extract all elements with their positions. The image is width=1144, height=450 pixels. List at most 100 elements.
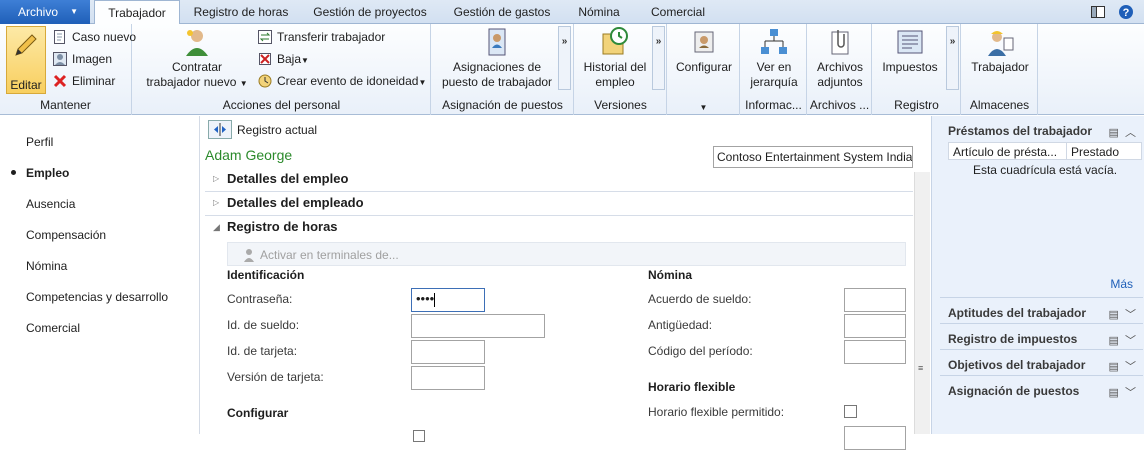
warehouse-worker-button[interactable]: Trabajador [966,26,1034,75]
nav-item-perfil[interactable]: Perfil [26,135,53,149]
chevron-down-icon[interactable]: ﹀ [1125,309,1136,321]
position-assignment-factbox-title[interactable]: Asignación de puestos [948,384,1079,398]
new-case-button[interactable]: Caso nuevo [52,27,136,47]
seniority-input[interactable] [844,314,906,338]
transfer-worker-button[interactable]: Transferir trabajador [257,27,385,47]
delete-button[interactable]: Eliminar [52,71,115,91]
expand-arrow-icon: ▷ [213,174,220,183]
tab-registro-de-horas[interactable]: Registro de horas [184,0,298,24]
factbox-menu-icon[interactable]: ▤ [1108,387,1118,399]
nav-item-ausencia[interactable]: Ausencia [26,197,75,211]
active-bullet-icon [11,170,16,175]
vertical-scrollbar[interactable]: ≡ [914,172,930,434]
group-asignacion-de-puestos: Asignaciones de puesto de trabajador » A… [432,24,574,115]
chevron-down-icon[interactable]: ﹀ [1125,387,1136,399]
scroll-grip-icon[interactable]: ≡ [918,364,927,373]
goals-factbox-title[interactable]: Objetivos del trabajador [948,358,1085,372]
flex-time-heading: Horario flexible [648,380,736,394]
chevron-down-icon[interactable]: ﹀ [1125,335,1136,347]
configure-checkbox[interactable] [413,430,425,442]
period-code-input[interactable] [844,340,906,364]
factbox-controls[interactable]: ▤ ﹀ [1108,358,1136,374]
configure-label: Configurar [675,60,733,74]
flex-extra-input[interactable] [844,426,906,450]
hire-label-2: trabajador nuevo [146,75,237,89]
assignments-label-1: Asignaciones de [452,60,542,74]
factbox-menu-icon[interactable]: ▤ [1108,127,1118,139]
configure-button[interactable]: Configurar [670,26,738,75]
help-icon[interactable]: ? [1118,4,1134,20]
employment-history-button[interactable]: Historial del empleo [577,26,653,90]
section-detalles-del-empleo[interactable]: ▷ Detalles del empleo [205,168,913,192]
section-title: Detalles del empleo [227,171,349,186]
edit-button[interactable]: Editar [6,26,46,94]
tab-nomina[interactable]: Nómina [568,0,630,24]
group-expand-icon[interactable]: ▼ [668,103,739,112]
pay-id-input[interactable] [411,314,545,338]
nav-item-empleo[interactable]: Empleo [26,166,69,180]
window-layout-icon[interactable] [1090,4,1106,20]
attachments-button[interactable]: Archivos adjuntos [810,26,870,90]
new-case-label: Caso nuevo [72,30,137,44]
card-id-input[interactable] [411,340,485,364]
pay-agreement-label: Acuerdo de sueldo: [648,292,752,306]
pay-id-label: Id. de sueldo: [227,318,300,332]
tab-gestion-de-gastos[interactable]: Gestión de gastos [444,0,560,24]
factbox-controls[interactable]: ▤ ﹀ [1108,332,1136,348]
skills-factbox-title[interactable]: Aptitudes del trabajador [948,306,1086,320]
tab-comercial[interactable]: Comercial [638,0,718,24]
more-button[interactable]: » [652,26,665,90]
loans-grid-header: Artículo de présta... Prestado [948,142,1142,160]
more-link[interactable]: Más [1110,277,1133,291]
activate-terminals-button[interactable]: Activar en terminales de... [260,248,399,262]
loaned-column[interactable]: Prestado [1071,145,1119,159]
factbox-controls[interactable]: ▤ ﹀ [1108,384,1136,400]
card-version-input[interactable] [411,366,485,390]
image-label: Imagen [72,52,113,66]
factbox-pane: Préstamos del trabajador ▤ ︿ Artículo de… [931,116,1144,434]
attachment-icon [831,30,849,55]
taxes-button[interactable]: Impuestos [875,26,945,75]
factbox-menu-icon[interactable]: ▤ [1108,335,1118,347]
hierarchy-label-1: Ver en [756,60,792,74]
factbox-controls[interactable]: ▤ ︿ [1108,124,1136,140]
nav-item-nomina[interactable]: Nómina [26,259,67,273]
hire-label-1: Contratar [171,60,223,74]
factbox-divider [940,323,1143,324]
create-suitability-event-button[interactable]: Crear evento de idoneidad▼ [257,71,426,91]
tab-gestion-de-proyectos[interactable]: Gestión de proyectos [304,0,436,24]
pay-agreement-input[interactable] [844,288,906,312]
settings-icon [694,31,714,53]
tab-trabajador[interactable]: Trabajador [94,0,180,25]
password-input[interactable]: •••• [411,288,485,312]
position-assignments-button[interactable]: Asignaciones de puesto de trabajador [436,26,558,90]
more-button[interactable]: » [946,26,959,90]
flex-allowed-label: Horario flexible permitido: [648,405,785,419]
factbox-menu-icon[interactable]: ▤ [1108,309,1118,321]
event-icon [258,74,272,88]
section-detalles-del-empleado[interactable]: ▷ Detalles del empleado [205,192,913,216]
nav-item-compensacion[interactable]: Compensación [26,228,106,242]
file-menu-tab[interactable]: Archivo ▼ [0,0,90,24]
factbox-menu-icon[interactable]: ▤ [1108,361,1118,373]
hire-worker-button[interactable]: Contratar trabajador nuevo ▼ [143,26,251,91]
tax-register-factbox-title[interactable]: Registro de impuestos [948,332,1077,346]
loans-factbox-title: Préstamos del trabajador [948,124,1093,138]
nav-item-competencias[interactable]: Competencias y desarrollo [26,290,168,304]
history-label-1: Historial del [583,60,647,74]
flex-allowed-checkbox[interactable] [844,405,857,418]
factbox-controls[interactable]: ▤ ﹀ [1108,306,1136,322]
current-record-toggle-icon[interactable] [208,120,232,139]
edit-label: Editar [10,78,42,92]
terminate-button[interactable]: Baja▼ [257,49,309,69]
loan-item-column[interactable]: Artículo de présta... [953,145,1057,159]
chevron-down-icon[interactable]: ﹀ [1125,361,1136,373]
more-button[interactable]: » [558,26,571,90]
collapse-arrow-icon: ◢ [213,222,220,232]
chevron-up-icon[interactable]: ︿ [1125,127,1136,139]
section-registro-de-horas[interactable]: ◢ Registro de horas [205,216,913,240]
nav-item-comercial[interactable]: Comercial [26,321,80,335]
view-hierarchy-button[interactable]: Ver en jerarquía [743,26,805,90]
group-archivos: Archivos adjuntos Archivos ... [808,24,872,115]
image-button[interactable]: Imagen [52,49,112,69]
